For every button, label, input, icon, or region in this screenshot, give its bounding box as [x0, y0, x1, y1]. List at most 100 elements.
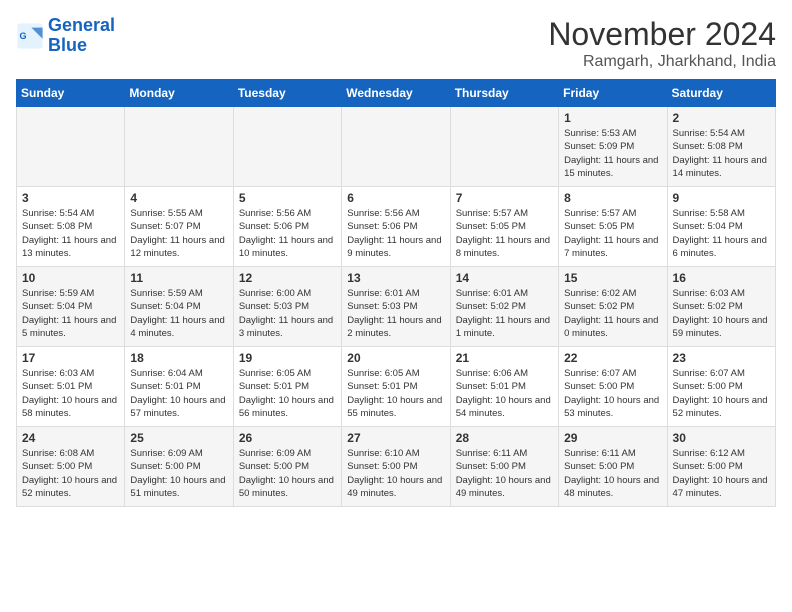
weekday-header-monday: Monday: [125, 80, 233, 107]
week-row-4: 17 Sunrise: 6:03 AM Sunset: 5:01 PM Dayli…: [17, 347, 776, 427]
day-cell: [233, 107, 341, 187]
day-info: Sunrise: 6:08 AM Sunset: 5:00 PM Dayligh…: [22, 447, 119, 500]
day-info: Sunrise: 5:57 AM Sunset: 5:05 PM Dayligh…: [564, 207, 661, 260]
month-title: November 2024: [548, 16, 776, 53]
day-cell: 3 Sunrise: 5:54 AM Sunset: 5:08 PM Daylig…: [17, 187, 125, 267]
day-cell: 15 Sunrise: 6:02 AM Sunset: 5:02 PM Dayli…: [559, 267, 667, 347]
day-cell: 24Sunrise: 6:08 AM Sunset: 5:00 PM Dayli…: [17, 427, 125, 507]
day-number: 8: [564, 191, 661, 205]
week-row-2: 3 Sunrise: 5:54 AM Sunset: 5:08 PM Daylig…: [17, 187, 776, 267]
day-cell: 7 Sunrise: 5:57 AM Sunset: 5:05 PM Daylig…: [450, 187, 558, 267]
day-info: Sunrise: 6:06 AM Sunset: 5:01 PM Dayligh…: [456, 367, 553, 420]
day-info: Sunrise: 6:02 AM Sunset: 5:02 PM Dayligh…: [564, 287, 661, 340]
day-info: Sunrise: 5:53 AM Sunset: 5:09 PM Dayligh…: [564, 127, 661, 180]
day-info: Sunrise: 6:09 AM Sunset: 5:00 PM Dayligh…: [239, 447, 336, 500]
day-number: 2: [673, 111, 770, 125]
day-number: 18: [130, 351, 227, 365]
logo-line1: General: [48, 15, 115, 35]
day-number: 5: [239, 191, 336, 205]
day-cell: [17, 107, 125, 187]
day-number: 12: [239, 271, 336, 285]
day-cell: 13Sunrise: 6:01 AM Sunset: 5:03 PM Dayli…: [342, 267, 450, 347]
day-info: Sunrise: 5:56 AM Sunset: 5:06 PM Dayligh…: [239, 207, 336, 260]
day-info: Sunrise: 6:04 AM Sunset: 5:01 PM Dayligh…: [130, 367, 227, 420]
weekday-header-row: SundayMondayTuesdayWednesdayThursdayFrid…: [17, 80, 776, 107]
week-row-5: 24Sunrise: 6:08 AM Sunset: 5:00 PM Dayli…: [17, 427, 776, 507]
logo-text: General Blue: [48, 16, 115, 56]
day-cell: [450, 107, 558, 187]
day-cell: 26 Sunrise: 6:09 AM Sunset: 5:00 PM Dayli…: [233, 427, 341, 507]
day-info: Sunrise: 6:07 AM Sunset: 5:00 PM Dayligh…: [564, 367, 661, 420]
day-number: 26: [239, 431, 336, 445]
day-number: 1: [564, 111, 661, 125]
week-row-3: 10 Sunrise: 5:59 AM Sunset: 5:04 PM Dayli…: [17, 267, 776, 347]
day-info: Sunrise: 6:00 AM Sunset: 5:03 PM Dayligh…: [239, 287, 336, 340]
day-number: 30: [673, 431, 770, 445]
day-info: Sunrise: 6:05 AM Sunset: 5:01 PM Dayligh…: [347, 367, 444, 420]
day-cell: 23 Sunrise: 6:07 AM Sunset: 5:00 PM Dayli…: [667, 347, 775, 427]
day-number: 15: [564, 271, 661, 285]
day-cell: 10 Sunrise: 5:59 AM Sunset: 5:04 PM Dayli…: [17, 267, 125, 347]
day-cell: 8 Sunrise: 5:57 AM Sunset: 5:05 PM Daylig…: [559, 187, 667, 267]
day-number: 4: [130, 191, 227, 205]
day-info: Sunrise: 6:07 AM Sunset: 5:00 PM Dayligh…: [673, 367, 770, 420]
day-number: 25: [130, 431, 227, 445]
day-number: 29: [564, 431, 661, 445]
day-info: Sunrise: 5:59 AM Sunset: 5:04 PM Dayligh…: [22, 287, 119, 340]
day-cell: 25 Sunrise: 6:09 AM Sunset: 5:00 PM Dayli…: [125, 427, 233, 507]
day-info: Sunrise: 6:11 AM Sunset: 5:00 PM Dayligh…: [564, 447, 661, 500]
day-number: 19: [239, 351, 336, 365]
calendar-body: 1 Sunrise: 5:53 AM Sunset: 5:09 PM Daylig…: [17, 107, 776, 507]
day-number: 7: [456, 191, 553, 205]
day-info: Sunrise: 5:54 AM Sunset: 5:08 PM Dayligh…: [22, 207, 119, 260]
day-cell: 5 Sunrise: 5:56 AM Sunset: 5:06 PM Daylig…: [233, 187, 341, 267]
weekday-header-thursday: Thursday: [450, 80, 558, 107]
header: G General Blue November 2024 Ramgarh, Jh…: [16, 16, 776, 71]
day-number: 10: [22, 271, 119, 285]
logo: G General Blue: [16, 16, 115, 56]
day-info: Sunrise: 5:57 AM Sunset: 5:05 PM Dayligh…: [456, 207, 553, 260]
day-cell: 2 Sunrise: 5:54 AM Sunset: 5:08 PM Daylig…: [667, 107, 775, 187]
day-cell: 1 Sunrise: 5:53 AM Sunset: 5:09 PM Daylig…: [559, 107, 667, 187]
day-cell: 4 Sunrise: 5:55 AM Sunset: 5:07 PM Daylig…: [125, 187, 233, 267]
day-info: Sunrise: 6:03 AM Sunset: 5:02 PM Dayligh…: [673, 287, 770, 340]
title-area: November 2024 Ramgarh, Jharkhand, India: [548, 16, 776, 71]
day-number: 17: [22, 351, 119, 365]
calendar-table: SundayMondayTuesdayWednesdayThursdayFrid…: [16, 79, 776, 507]
day-number: 9: [673, 191, 770, 205]
weekday-header-saturday: Saturday: [667, 80, 775, 107]
weekday-header-tuesday: Tuesday: [233, 80, 341, 107]
location-title: Ramgarh, Jharkhand, India: [548, 53, 776, 71]
day-cell: [125, 107, 233, 187]
day-cell: 19Sunrise: 6:05 AM Sunset: 5:01 PM Dayli…: [233, 347, 341, 427]
day-cell: 20 Sunrise: 6:05 AM Sunset: 5:01 PM Dayli…: [342, 347, 450, 427]
day-info: Sunrise: 5:55 AM Sunset: 5:07 PM Dayligh…: [130, 207, 227, 260]
day-cell: 14Sunrise: 6:01 AM Sunset: 5:02 PM Dayli…: [450, 267, 558, 347]
day-cell: 12 Sunrise: 6:00 AM Sunset: 5:03 PM Dayli…: [233, 267, 341, 347]
day-cell: [342, 107, 450, 187]
day-number: 3: [22, 191, 119, 205]
svg-text:G: G: [20, 31, 27, 41]
day-info: Sunrise: 6:03 AM Sunset: 5:01 PM Dayligh…: [22, 367, 119, 420]
day-number: 23: [673, 351, 770, 365]
day-info: Sunrise: 5:59 AM Sunset: 5:04 PM Dayligh…: [130, 287, 227, 340]
day-number: 27: [347, 431, 444, 445]
day-cell: 11 Sunrise: 5:59 AM Sunset: 5:04 PM Dayli…: [125, 267, 233, 347]
day-info: Sunrise: 5:58 AM Sunset: 5:04 PM Dayligh…: [673, 207, 770, 260]
day-cell: 29 Sunrise: 6:11 AM Sunset: 5:00 PM Dayli…: [559, 427, 667, 507]
day-cell: 18 Sunrise: 6:04 AM Sunset: 5:01 PM Dayli…: [125, 347, 233, 427]
day-cell: 30Sunrise: 6:12 AM Sunset: 5:00 PM Dayli…: [667, 427, 775, 507]
day-number: 16: [673, 271, 770, 285]
day-number: 22: [564, 351, 661, 365]
day-info: Sunrise: 5:54 AM Sunset: 5:08 PM Dayligh…: [673, 127, 770, 180]
day-info: Sunrise: 6:01 AM Sunset: 5:02 PM Dayligh…: [456, 287, 553, 340]
week-row-1: 1 Sunrise: 5:53 AM Sunset: 5:09 PM Daylig…: [17, 107, 776, 187]
day-info: Sunrise: 6:09 AM Sunset: 5:00 PM Dayligh…: [130, 447, 227, 500]
day-info: Sunrise: 6:10 AM Sunset: 5:00 PM Dayligh…: [347, 447, 444, 500]
day-number: 20: [347, 351, 444, 365]
day-number: 21: [456, 351, 553, 365]
day-number: 6: [347, 191, 444, 205]
logo-line2: Blue: [48, 35, 87, 55]
logo-icon: G: [16, 22, 44, 50]
day-number: 11: [130, 271, 227, 285]
